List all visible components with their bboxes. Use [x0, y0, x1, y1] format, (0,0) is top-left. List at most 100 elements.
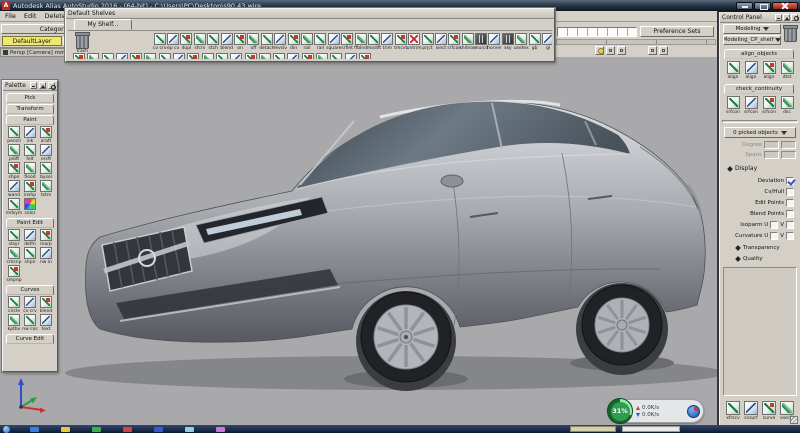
shelf-tool-ep-cv[interactable]: ep cv	[166, 33, 179, 51]
field-input-1[interactable]	[764, 151, 779, 159]
cp-bottom-tool-scsurf[interactable]: scsurf	[742, 401, 760, 421]
cp-bottom-tool-xfrscv[interactable]: xfrscv	[724, 401, 742, 421]
shelf-tool-icon[interactable]	[144, 53, 156, 59]
shelf-tool-revslv[interactable]: revslv	[274, 33, 287, 51]
palette-tab-curves[interactable]: Curves	[6, 285, 54, 295]
cp-tab-align-objects[interactable]: align_objects	[724, 49, 794, 59]
shelf-tool-shdnon[interactable]: shdnon	[461, 33, 474, 51]
palette-tab-curve-edit[interactable]: Curve Edit	[6, 334, 54, 344]
cp-tool-srfcon[interactable]: srfcon	[760, 96, 778, 115]
palette-tool-blend[interactable]: blend	[38, 296, 54, 314]
shelf-tool-icon[interactable]	[187, 53, 199, 59]
palette-tool-flood[interactable]: flood	[22, 162, 38, 180]
minimize-button[interactable]	[736, 2, 753, 10]
shelf-trash[interactable]: Trash	[72, 34, 92, 54]
field-input-2[interactable]	[781, 151, 796, 159]
edit-points-checkbox[interactable]	[786, 199, 794, 207]
start-button-icon[interactable]	[3, 426, 10, 433]
palette-tool-pencil[interactable]: pencil	[6, 126, 22, 144]
bullet-transparency[interactable]: Transparency	[736, 245, 800, 251]
resize-grip-icon[interactable]	[790, 416, 798, 424]
shelf-tool-icon[interactable]	[73, 53, 85, 59]
palette-tool-inshp[interactable]: inshp	[22, 180, 38, 198]
snapshot-icon[interactable]	[606, 46, 615, 55]
curvature-u-checkbox[interactable]	[770, 232, 778, 240]
shelf-tool-rail[interactable]: rail	[314, 33, 327, 51]
shelf-tool-icon[interactable]	[130, 53, 142, 59]
shelf-tool-icon[interactable]	[159, 53, 171, 59]
palette-tool-nw-cos[interactable]: nw cos	[22, 314, 38, 332]
my-shelf-tab[interactable]: My Shelf...	[74, 19, 132, 30]
shelf-tool-untrim[interactable]: untrim	[407, 33, 420, 51]
shelf-tool-ffblnd[interactable]: ffblnd	[354, 33, 367, 51]
control-panel-header[interactable]: Control Panel	[720, 12, 800, 23]
preference-sets-button[interactable]: Preference Sets	[640, 26, 714, 37]
layout-icon[interactable]	[648, 46, 657, 55]
palette-tool-text[interactable]: text	[38, 314, 54, 332]
menu-file[interactable]: File	[5, 12, 16, 20]
maximize-button[interactable]	[754, 2, 771, 10]
close-button[interactable]	[772, 2, 798, 10]
cp-expand-icon[interactable]	[783, 14, 790, 21]
viewport-menu-icon[interactable]	[3, 50, 8, 55]
window-icon[interactable]	[659, 46, 668, 55]
network-monitor-widget[interactable]: 31% 0.0K/s 0.0K/s	[608, 399, 704, 423]
bullet-quality[interactable]: Quality	[736, 256, 800, 262]
shelf-tool-icon[interactable]	[259, 53, 271, 59]
field-input-2[interactable]	[781, 141, 796, 149]
shelf-tool-modift[interactable]: modift	[367, 33, 380, 51]
palette-tool-smpnp[interactable]: smpnp	[6, 265, 22, 283]
palette-tab-paint[interactable]: Paint	[6, 115, 54, 125]
palette-title-bar[interactable]: Palette	[3, 81, 57, 91]
palette-tool-bysol[interactable]: bysol	[38, 162, 54, 180]
palette-tool-shpn[interactable]: shpn	[22, 247, 38, 265]
shelf-tool-sfcrv[interactable]: sfcrv	[193, 33, 206, 51]
palette-tool-ersft[interactable]: ersft	[38, 144, 54, 162]
palette-tool-txtm[interactable]: txtm	[38, 180, 54, 198]
windows-taskbar[interactable]	[0, 425, 800, 433]
shelf-tool-icon[interactable]	[245, 53, 257, 59]
palette-tool-pdift[interactable]: pdift	[6, 144, 22, 162]
shelf-tool-dupl[interactable]: dupl	[180, 33, 193, 51]
display-section-header[interactable]: Display	[728, 165, 798, 172]
taskbar-app-icon[interactable]	[123, 427, 132, 432]
default-layer-chip[interactable]: DefaultLayer	[2, 36, 62, 46]
cp-pin-icon[interactable]	[791, 14, 798, 21]
perspective-viewport[interactable]: 31% 0.0K/s 0.0K/s	[0, 57, 717, 425]
shelf-tool-icon[interactable]	[230, 53, 242, 59]
cp-tool-dsc[interactable]: dsc	[778, 96, 796, 115]
shelf-tool-on[interactable]: on	[233, 33, 246, 51]
isoparm-u-v-checkbox[interactable]	[786, 221, 794, 229]
shelf-tool-trim[interactable]: trim	[381, 33, 394, 51]
palette-tab-pick[interactable]: Pick	[6, 93, 54, 103]
palette-tool-nw-in[interactable]: nw in	[38, 247, 54, 265]
shelf-tool-isect[interactable]: isect	[434, 33, 447, 51]
shelf-tool-icon[interactable]	[316, 53, 328, 59]
zoom-icon[interactable]	[617, 46, 626, 55]
cp-tool-dtst[interactable]: dtst	[778, 61, 796, 80]
taskbar-app-icon[interactable]	[216, 427, 225, 432]
cp-tool-align[interactable]: align	[724, 61, 742, 80]
palette-expand-icon[interactable]	[39, 82, 46, 89]
field-input-1[interactable]	[764, 141, 779, 149]
cp-tool-srfcon[interactable]: srfcon	[742, 96, 760, 115]
shelf-tool-stch[interactable]: stch	[207, 33, 220, 51]
shelf-tool-sky[interactable]: sky	[501, 33, 514, 51]
blend-points-checkbox[interactable]	[786, 210, 794, 218]
shelf-tool-mulcd[interactable]: mulcd	[474, 33, 487, 51]
default-shelves-window[interactable]: Default Shelves My Shelf... Trash cv crv…	[65, 8, 555, 62]
palette-tool-wand[interactable]: wand	[6, 180, 22, 198]
palette-tool-cmsnp[interactable]: cmsnp	[6, 247, 22, 265]
shelf-tool-icon[interactable]	[216, 53, 228, 59]
cp-bottom-tool-curve[interactable]: curve	[760, 401, 778, 421]
palette-pin-icon[interactable]	[48, 82, 55, 89]
shelf-tool-prjct[interactable]: prjct	[421, 33, 434, 51]
palette-tool-mdsym[interactable]: mdsym	[6, 198, 22, 216]
shelf-tool-detach[interactable]: detach	[260, 33, 273, 51]
cp-trash[interactable]	[784, 27, 797, 42]
palette-tool-cv-crv[interactable]: cv crv	[22, 296, 38, 314]
shelf-tool-icon[interactable]	[302, 53, 314, 59]
picked-objects-dropdown[interactable]: 0 picked objects	[724, 127, 796, 138]
shelf-tool-tmcvt[interactable]: tmcvt	[394, 33, 407, 51]
shelf-tool-icon[interactable]	[173, 53, 185, 59]
